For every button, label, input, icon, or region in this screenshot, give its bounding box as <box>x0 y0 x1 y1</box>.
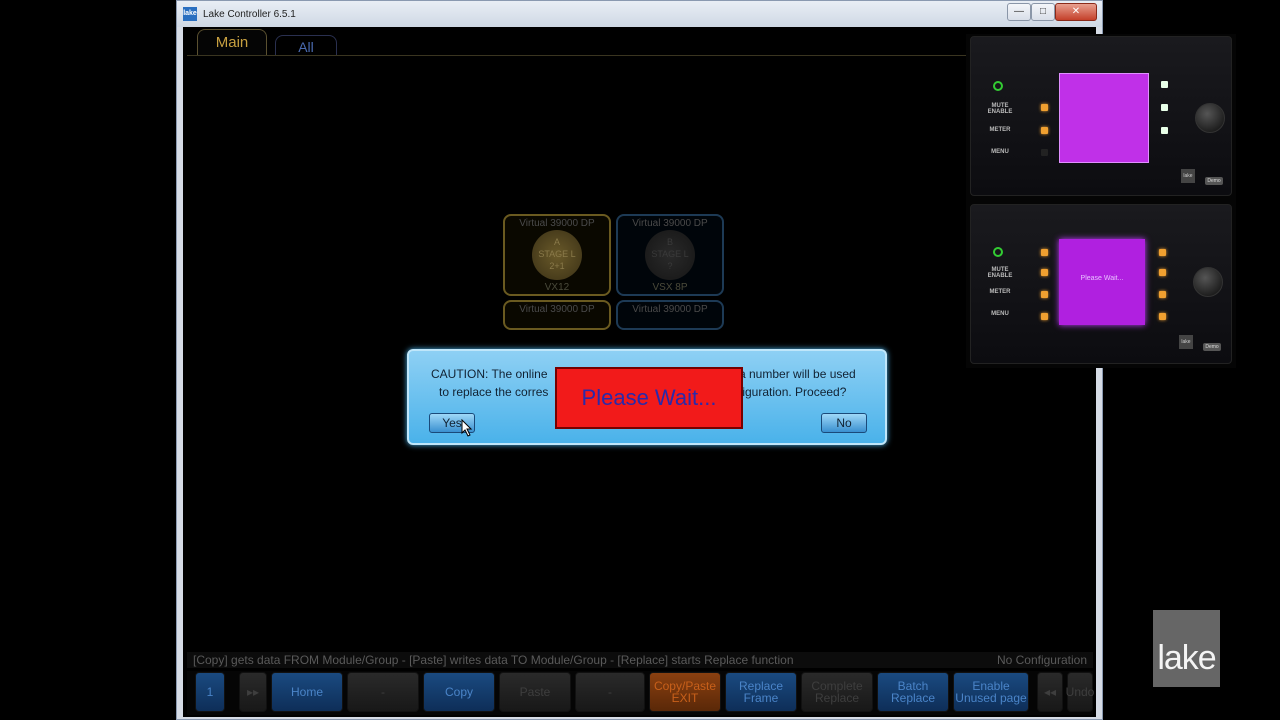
tab-all[interactable]: All <box>275 35 337 55</box>
led <box>1041 127 1048 134</box>
function-key[interactable]: Replace Frame <box>725 672 797 712</box>
function-key[interactable]: Undo <box>1066 672 1094 712</box>
module-letter: A <box>553 237 560 247</box>
led <box>1161 81 1168 88</box>
demo-badge: Demo <box>1203 343 1221 351</box>
hardware-preview-panel: MUTE ENABLE METER MENU lake Demo MUTE EN… <box>966 34 1236 368</box>
close-button[interactable]: ✕ <box>1055 3 1097 21</box>
dialog-text-line2-end: figuration. Proceed? <box>739 385 847 399</box>
app-icon: lake <box>183 7 197 21</box>
dialog-text-line1-end: a number will be used <box>739 367 856 381</box>
module-a[interactable]: Virtual 39000 DP A STAGE L 2+1 VX12 <box>503 214 611 296</box>
function-key[interactable]: Batch Replace <box>877 672 949 712</box>
module-header: Virtual 39000 DP <box>519 218 595 229</box>
meter-label: METER <box>989 127 1011 133</box>
lake-badge: lake <box>1179 335 1193 349</box>
dialog-text-line1: CAUTION: The online <box>431 367 548 381</box>
app-window: lake Lake Controller 6.5.1 — □ ✕ Main Al… <box>176 0 1103 720</box>
module-header: Virtual 39000 DP <box>632 218 708 229</box>
function-key[interactable]: Home <box>271 672 343 712</box>
function-key[interactable]: ◂◂ <box>1037 672 1063 712</box>
status-bar: [Copy] gets data FROM Module/Group - [Pa… <box>187 652 1093 668</box>
hardware-screen: Please Wait... <box>1059 239 1145 325</box>
configuration-status: No Configuration <box>996 653 1087 667</box>
function-key[interactable]: Enable Unused page <box>953 672 1029 712</box>
workspace: Main All Virtual 39000 DP A STAGE L 2+1 … <box>183 27 1096 717</box>
mute-enable-label: MUTE ENABLE <box>987 103 1013 115</box>
menu-label: MENU <box>991 311 1009 317</box>
led <box>1159 249 1166 256</box>
led <box>1161 127 1168 134</box>
tab-divider <box>187 55 967 56</box>
led <box>1041 313 1048 320</box>
led <box>1159 291 1166 298</box>
module-knob: A STAGE L 2+1 <box>532 230 582 280</box>
lake-badge: lake <box>1181 169 1195 183</box>
module-letter: B <box>666 237 673 247</box>
power-icon <box>993 81 1003 91</box>
module-d[interactable]: Virtual 39000 DP <box>616 300 724 330</box>
minimize-button[interactable]: — <box>1007 3 1031 21</box>
led <box>1159 269 1166 276</box>
module-b[interactable]: Virtual 39000 DP B STAGE L ? VSX 8P <box>616 214 724 296</box>
mute-enable-label: MUTE ENABLE <box>987 267 1013 279</box>
module-knob: B STAGE L ? <box>645 230 695 280</box>
module-footer: VSX 8P <box>652 282 688 293</box>
function-key[interactable]: Copy/Paste EXIT <box>649 672 721 712</box>
led <box>1161 104 1168 111</box>
caution-dialog: CAUTION: The online to replace the corre… <box>407 349 887 445</box>
demo-badge: Demo <box>1205 177 1223 185</box>
function-key[interactable]: Copy <box>423 672 495 712</box>
led <box>1041 104 1048 111</box>
module-header: Virtual 39000 DP <box>519 304 595 315</box>
led <box>1159 313 1166 320</box>
encoder-knob <box>1195 103 1225 133</box>
lake-logo: lake <box>1153 610 1220 687</box>
menu-label: MENU <box>991 149 1009 155</box>
led <box>1041 291 1048 298</box>
module-header: Virtual 39000 DP <box>632 304 708 315</box>
dialog-text-line2: to replace the corres <box>439 385 549 399</box>
title-bar[interactable]: lake Lake Controller 6.5.1 — □ ✕ <box>177 1 1102 27</box>
function-key[interactable]: - <box>347 672 419 712</box>
module-sub: 2+1 <box>549 261 565 271</box>
hardware-unit-1: MUTE ENABLE METER MENU lake Demo <box>970 36 1232 196</box>
module-c[interactable]: Virtual 39000 DP <box>503 300 611 330</box>
please-wait-box: Please Wait... <box>555 367 743 429</box>
led <box>1041 149 1048 156</box>
status-hint: [Copy] gets data FROM Module/Group - [Pa… <box>193 653 794 667</box>
function-key[interactable]: Complete Replace <box>801 672 873 712</box>
led <box>1041 269 1048 276</box>
function-key[interactable]: ▸▸ <box>239 672 267 712</box>
hardware-unit-2: MUTE ENABLE METER MENU Please Wait... la… <box>970 204 1232 364</box>
window-title: Lake Controller 6.5.1 <box>203 9 296 20</box>
power-icon <box>993 247 1003 257</box>
function-key-bar: 1 ▸▸ Home - Copy Paste - Copy/Paste EXIT Replace… <box>187 671 1094 715</box>
hardware-screen <box>1059 73 1149 163</box>
tab-main[interactable]: Main <box>197 29 267 55</box>
function-key[interactable]: 1 <box>195 672 225 712</box>
meter-label: METER <box>989 289 1011 295</box>
module-name: STAGE L <box>651 249 689 259</box>
mouse-cursor-icon <box>461 419 473 437</box>
function-key[interactable]: Paste <box>499 672 571 712</box>
module-footer: VX12 <box>544 282 570 293</box>
led <box>1041 249 1048 256</box>
function-key[interactable]: - <box>575 672 645 712</box>
encoder-knob <box>1193 267 1223 297</box>
maximize-button[interactable]: □ <box>1031 3 1055 21</box>
module-sub: ? <box>667 261 673 271</box>
no-button[interactable]: No <box>821 413 867 433</box>
module-name: STAGE L <box>538 249 576 259</box>
